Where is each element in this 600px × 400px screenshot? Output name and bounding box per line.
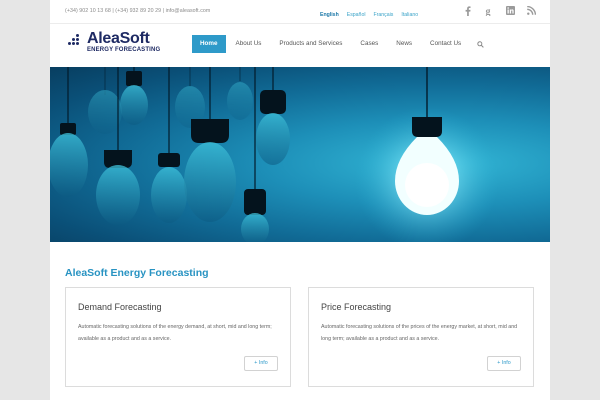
language-espanol[interactable]: Español	[347, 12, 366, 18]
page-container: (+34) 902 10 13 68 | (+34) 932 89 20 29 …	[50, 0, 550, 400]
facebook-icon[interactable]	[463, 5, 473, 16]
section-title: AleaSoft Energy Forecasting	[65, 267, 209, 279]
language-italiano[interactable]: Italiano	[401, 12, 418, 18]
nav-about-us[interactable]: About Us	[228, 35, 270, 53]
top-bar: (+34) 902 10 13 68 | (+34) 932 89 20 29 …	[50, 0, 550, 24]
nav-products-and-services[interactable]: Products and Services	[271, 35, 350, 53]
contact-info: (+34) 902 10 13 68 | (+34) 932 89 20 29 …	[65, 8, 211, 14]
svg-text:g: g	[485, 6, 490, 16]
nav-news[interactable]: News	[388, 35, 420, 53]
google-plus-icon[interactable]: g	[484, 5, 494, 16]
search-icon[interactable]	[473, 35, 487, 53]
main-nav: Home About Us Products and Services Case…	[192, 35, 487, 53]
demand-forecasting-card: Demand Forecasting Automatic forecasting…	[65, 287, 291, 387]
language-francais[interactable]: Français	[373, 12, 393, 18]
price-info-button[interactable]: + Info	[487, 356, 521, 371]
card-title: Demand Forecasting	[78, 302, 162, 312]
rss-icon[interactable]	[526, 5, 536, 16]
logo-dots-icon	[67, 34, 85, 48]
light-bulbs-illustration	[50, 67, 499, 242]
demand-info-button[interactable]: + Info	[244, 356, 278, 371]
site-header: AleaSoft ENERGY FORECASTING Home About U…	[50, 25, 550, 67]
card-title: Price Forecasting	[321, 302, 392, 312]
aleasoft-logo[interactable]: AleaSoft ENERGY FORECASTING	[67, 30, 177, 58]
card-text: Automatic forecasting solutions of the p…	[321, 324, 518, 342]
language-english[interactable]: English	[320, 12, 339, 18]
social-links: g	[463, 5, 536, 16]
language-switcher: English Español Français Italiano	[320, 12, 418, 18]
nav-cases[interactable]: Cases	[352, 35, 386, 53]
price-forecasting-card: Price Forecasting Automatic forecasting …	[308, 287, 534, 387]
logo-subtext: ENERGY FORECASTING	[87, 47, 161, 53]
logo-text: AleaSoft	[87, 30, 150, 47]
nav-contact-us[interactable]: Contact Us	[422, 35, 469, 53]
hero-banner	[50, 67, 550, 242]
nav-home[interactable]: Home	[192, 35, 226, 53]
linkedin-icon[interactable]	[505, 5, 515, 16]
card-text: Automatic forecasting solutions of the e…	[78, 324, 272, 342]
